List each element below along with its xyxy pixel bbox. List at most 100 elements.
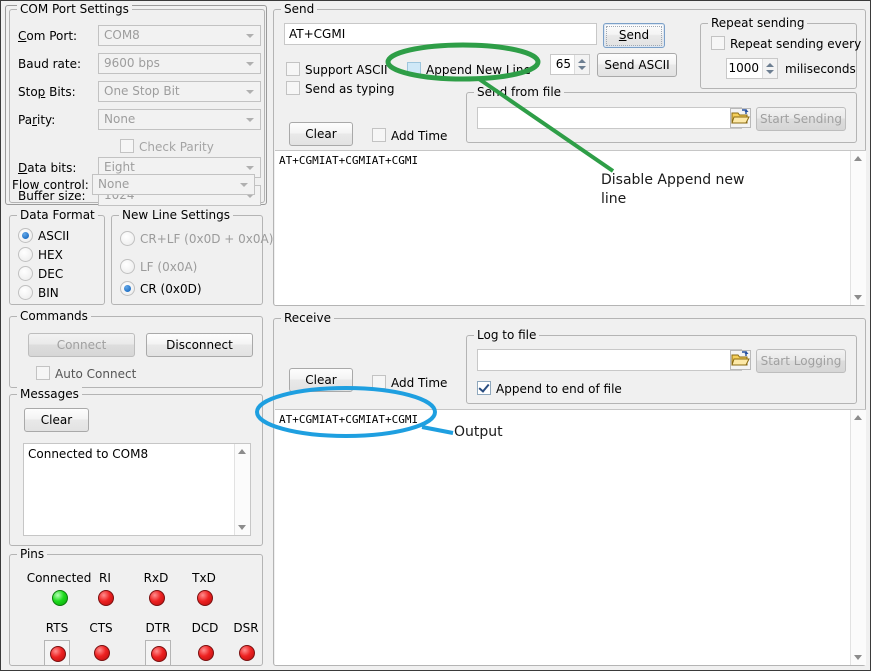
send-clear-button[interactable]: Clear [289, 122, 353, 146]
start-sending-label: Start Sending [760, 112, 842, 126]
send-log-scrollbar[interactable] [850, 151, 866, 305]
scroll-down-icon[interactable] [238, 525, 246, 530]
send-ascii-button[interactable]: Send ASCII [597, 53, 677, 77]
send-button[interactable]: Send [603, 23, 665, 48]
pin-label-rts: RTS [35, 621, 79, 635]
radio-label: HEX [38, 248, 63, 262]
radio-data-format-hex[interactable]: HEX [18, 247, 63, 262]
pin-led-dtr [151, 646, 167, 662]
append-to-end-checkbox[interactable]: Append to end of file [477, 381, 622, 396]
chevron-down-icon [246, 34, 254, 38]
scroll-down-icon[interactable] [854, 295, 862, 300]
pin-led-cts [94, 645, 110, 661]
data-bits-value: Eight [104, 160, 135, 174]
pin-button-rts[interactable] [44, 640, 70, 666]
spinner-arrows-icon[interactable] [574, 55, 589, 74]
send-button-label: Send [606, 26, 662, 46]
start-sending-button[interactable]: Start Sending [756, 107, 846, 131]
flow-control-select[interactable]: None [92, 174, 255, 195]
receive-log[interactable]: AT+CGMIAT+CGMIAT+CGMI [275, 409, 866, 665]
com-port-select[interactable]: COM8 [98, 25, 261, 46]
send-command-value: AT+CGMI [289, 27, 345, 41]
pin-label-dtr: DTR [136, 621, 180, 635]
chevron-down-icon [246, 90, 254, 94]
check-parity-checkbox[interactable]: Check Parity [120, 139, 214, 154]
radio-data-format-bin[interactable]: BIN [18, 285, 59, 300]
com-port-value: COM8 [104, 28, 140, 42]
send-ascii-label: Send ASCII [604, 58, 669, 72]
repeat-interval-value: 1000 [727, 59, 762, 78]
data-format-group: Data Format ASCII HEX DEC BIN [9, 215, 105, 305]
repeat-sending-group: Repeat sending Repeat sending every 1000… [700, 23, 857, 89]
append-new-line-checkbox[interactable]: Append New Line [407, 62, 531, 77]
radio-dot [120, 259, 135, 274]
receive-clear-button[interactable]: Clear [289, 368, 353, 392]
send-log[interactable]: AT+CGMIAT+CGMIAT+CGMI [275, 150, 866, 305]
scroll-up-icon[interactable] [238, 449, 246, 454]
radio-dot [18, 266, 33, 281]
checkbox-box [711, 36, 725, 50]
chevron-down-icon [246, 166, 254, 170]
send-from-file-title: Send from file [474, 85, 564, 99]
repeat-sending-checkbox[interactable]: Repeat sending every [711, 36, 861, 51]
messages-log-text: Connected to COM8 [28, 447, 148, 461]
messages-log[interactable]: Connected to COM8 [23, 443, 251, 536]
stop-bits-select[interactable]: One Stop Bit [98, 81, 261, 102]
chevron-down-icon [240, 183, 248, 187]
radio-data-format-ascii[interactable]: ASCII [18, 228, 69, 243]
send-as-typing-checkbox[interactable]: Send as typing [286, 81, 394, 96]
annotation-text-disable-append-new-line: Disable Append new line [601, 171, 766, 209]
messages-clear-button[interactable]: Clear [24, 408, 89, 432]
parity-select[interactable]: None [98, 109, 261, 130]
pins-title: Pins [17, 547, 47, 561]
messages-title: Messages [17, 387, 82, 401]
receive-log-scrollbar[interactable] [850, 410, 866, 665]
check-parity-label: Check Parity [139, 140, 214, 154]
receive-log-text: AT+CGMIAT+CGMIAT+CGMI [279, 413, 418, 426]
connect-button-label: Connect [57, 338, 107, 352]
send-file-path-input[interactable] [477, 107, 742, 129]
send-add-time-checkbox[interactable]: Add Time [372, 128, 447, 143]
send-command-input[interactable]: AT+CGMI [284, 23, 597, 45]
parity-value: None [104, 112, 135, 126]
ascii-code-spinner[interactable]: 65 [550, 54, 590, 75]
start-logging-label: Start Logging [761, 354, 842, 368]
flow-control-label: Flow control: [12, 178, 89, 192]
pin-label-rxd: RxD [134, 571, 178, 585]
receive-add-time-checkbox[interactable]: Add Time [372, 375, 447, 390]
connect-button[interactable]: Connect [28, 333, 135, 357]
scroll-down-icon[interactable] [854, 655, 862, 660]
pin-led-dcd [198, 645, 214, 661]
log-file-path-input[interactable] [477, 349, 742, 371]
auto-connect-checkbox[interactable]: Auto Connect [36, 366, 136, 381]
stop-bits-label: Stop Bits: [18, 85, 76, 99]
checkbox-box [286, 62, 300, 76]
radio-newline-lf[interactable]: LF (0x0A) [120, 259, 197, 274]
radio-dot [18, 228, 33, 243]
scroll-up-icon[interactable] [854, 156, 862, 161]
radio-newline-crlf[interactable]: CR+LF (0x0D + 0x0A) [120, 231, 273, 246]
parity-label: Parity: [18, 113, 55, 127]
repeat-sending-label: Repeat sending every [730, 37, 861, 51]
checkbox-box [372, 375, 386, 389]
disconnect-button[interactable]: Disconnect [146, 333, 253, 357]
messages-log-scrollbar[interactable] [234, 444, 250, 535]
baud-rate-select[interactable]: 9600 bps [98, 53, 261, 74]
radio-newline-cr[interactable]: CR (0x0D) [120, 281, 202, 296]
start-logging-button[interactable]: Start Logging [756, 349, 846, 373]
pin-led-dsr [239, 645, 255, 661]
spinner-arrows-icon[interactable] [762, 59, 777, 78]
send-title: Send [281, 2, 317, 16]
radio-data-format-dec[interactable]: DEC [18, 266, 63, 281]
radio-label: DEC [38, 267, 63, 281]
log-to-file-title: Log to file [474, 328, 539, 342]
new-line-settings-title: New Line Settings [119, 208, 233, 222]
repeat-interval-spinner[interactable]: 1000 [726, 58, 778, 79]
pin-button-dtr[interactable] [145, 640, 171, 666]
send-add-time-label: Add Time [391, 129, 447, 143]
log-file-browse-button[interactable] [730, 350, 751, 370]
support-ascii-checkbox[interactable]: Support ASCII [286, 62, 388, 77]
send-file-browse-button[interactable] [730, 108, 751, 128]
scroll-up-icon[interactable] [854, 415, 862, 420]
annotation-text-output: Output [454, 423, 503, 442]
